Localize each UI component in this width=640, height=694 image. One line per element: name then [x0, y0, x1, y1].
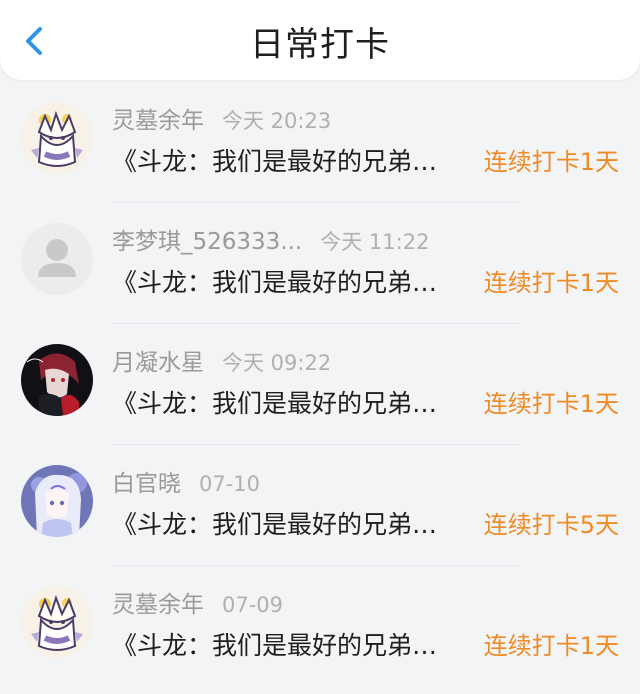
row-content: 《斗龙：我们是最好的兄弟… 连续打卡1天 — [112, 626, 619, 666]
checkin-screen: 日常打卡 灵墓余年 今天 20:23 《斗龙：我们是最好的兄弟… 连续打卡1天 … — [0, 0, 640, 694]
row-divider — [112, 565, 520, 566]
row-content: 《斗龙：我们是最好的兄弟… 连续打卡1天 — [112, 384, 619, 424]
checkin-message[interactable]: 《斗龙：我们是最好的兄弟… — [112, 142, 470, 182]
row-meta: 李梦琪_526333... 今天 11:22 — [112, 225, 429, 259]
row-meta: 月凝水星 今天 09:22 — [112, 346, 331, 380]
user-name: 白官晓 — [112, 471, 181, 497]
row-meta: 白官晓 07-10 — [112, 467, 260, 501]
checkin-time: 07-10 — [199, 472, 261, 496]
checkin-message[interactable]: 《斗龙：我们是最好的兄弟… — [112, 626, 470, 666]
checkin-row[interactable]: 灵墓余年 07-09 《斗龙：我们是最好的兄弟… 连续打卡1天 — [0, 574, 640, 694]
checkin-row[interactable]: 月凝水星 今天 09:22 《斗龙：我们是最好的兄弟… 连续打卡1天 — [0, 332, 640, 453]
row-meta: 灵墓余年 今天 20:23 — [112, 104, 331, 138]
streak-label: 连续打卡1天 — [483, 390, 619, 418]
checkin-row[interactable]: 白官晓 07-10 《斗龙：我们是最好的兄弟… 连续打卡5天 — [0, 453, 640, 574]
row-content: 《斗龙：我们是最好的兄弟… 连续打卡1天 — [112, 263, 619, 303]
checkin-time: 07-09 — [222, 593, 284, 617]
avatar[interactable] — [21, 465, 93, 537]
top-bar: 日常打卡 — [0, 0, 640, 80]
streak-label: 连续打卡1天 — [483, 148, 619, 176]
avatar[interactable] — [21, 344, 93, 416]
streak-label: 连续打卡5天 — [483, 511, 619, 539]
checkin-message[interactable]: 《斗龙：我们是最好的兄弟… — [112, 505, 470, 545]
row-content: 《斗龙：我们是最好的兄弟… 连续打卡5天 — [112, 505, 619, 545]
row-divider — [112, 202, 520, 203]
row-divider — [112, 444, 520, 445]
checkin-time: 今天 09:22 — [222, 351, 332, 375]
streak-label: 连续打卡1天 — [483, 632, 619, 660]
checkin-message[interactable]: 《斗龙：我们是最好的兄弟… — [112, 384, 470, 424]
row-meta: 灵墓余年 07-09 — [112, 588, 283, 622]
streak-label: 连续打卡1天 — [483, 269, 619, 297]
row-divider — [112, 323, 520, 324]
avatar[interactable] — [21, 586, 93, 658]
checkin-row[interactable]: 灵墓余年 今天 20:23 《斗龙：我们是最好的兄弟… 连续打卡1天 — [0, 90, 640, 211]
user-name: 李梦琪_526333... — [112, 229, 303, 255]
user-name: 灵墓余年 — [112, 108, 204, 134]
row-content: 《斗龙：我们是最好的兄弟… 连续打卡1天 — [112, 142, 619, 182]
avatar[interactable] — [21, 102, 93, 174]
avatar[interactable] — [21, 223, 93, 295]
checkin-time: 今天 20:23 — [222, 109, 332, 133]
checkin-message[interactable]: 《斗龙：我们是最好的兄弟… — [112, 263, 470, 303]
checkin-row[interactable]: 李梦琪_526333... 今天 11:22 《斗龙：我们是最好的兄弟… 连续打… — [0, 211, 640, 332]
page-title: 日常打卡 — [250, 25, 390, 65]
checkin-list: 灵墓余年 今天 20:23 《斗龙：我们是最好的兄弟… 连续打卡1天 李梦琪_5… — [0, 90, 640, 694]
user-name: 月凝水星 — [112, 350, 204, 376]
user-name: 灵墓余年 — [112, 592, 204, 618]
checkin-time: 今天 11:22 — [320, 230, 430, 254]
